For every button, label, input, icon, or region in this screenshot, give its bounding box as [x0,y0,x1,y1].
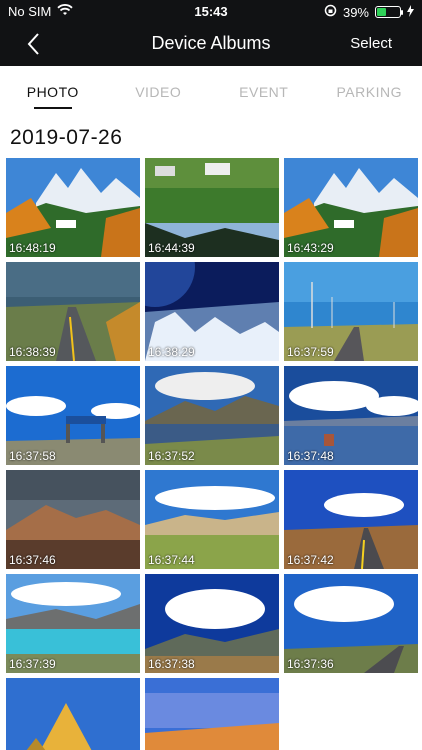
photo-timestamp: 16:37:46 [9,553,56,567]
media-tabs: PHOTO VIDEO EVENT PARKING [0,66,422,114]
tab-event[interactable]: EVENT [211,66,317,114]
photo-timestamp: 16:37:48 [287,449,334,463]
tab-photo[interactable]: PHOTO [0,66,106,114]
photo-timestamp: 16:44:39 [148,241,195,255]
tab-parking[interactable]: PARKING [317,66,422,114]
photo-timestamp: 16:37:58 [9,449,56,463]
photo-thumbnail[interactable]: 16:37:39 [6,574,140,673]
photo-thumbnail[interactable]: 16:37:44 [145,470,279,569]
navigation-bar: Device Albums Select [0,22,422,66]
photo-thumbnail[interactable]: 16:37:46 [6,470,140,569]
orientation-lock-icon [324,4,337,20]
tab-video[interactable]: VIDEO [106,66,212,114]
photo-timestamp: 16:37:39 [9,657,56,671]
photo-timestamp: 16:38:39 [9,345,56,359]
status-bar: No SIM 15:43 39% [0,0,422,22]
photo-timestamp: 16:37:44 [148,553,195,567]
photo-timestamp: 16:48:19 [9,241,56,255]
photo-timestamp: 16:37:59 [287,345,334,359]
photo-thumbnail[interactable] [145,678,279,750]
photo-thumbnail[interactable]: 16:37:36 [284,574,418,673]
battery-percent: 39% [342,4,369,20]
photo-thumbnail[interactable]: 16:37:42 [284,470,418,569]
select-button[interactable]: Select [350,35,392,52]
photo-thumbnail[interactable]: 16:43:29 [284,158,418,257]
photo-thumbnail[interactable]: 16:37:38 [145,574,279,673]
photo-thumbnail[interactable]: 16:38:39 [6,262,140,361]
charging-icon [407,4,414,20]
photo-thumbnail[interactable]: 16:37:52 [145,366,279,465]
photo-timestamp: 16:43:29 [287,241,334,255]
date-header: 2019-07-26 [10,126,123,149]
photo-thumbnail[interactable]: 16:38:29 [145,262,279,361]
top-bar: No SIM 15:43 39% Device Albums Select [0,0,422,66]
photo-timestamp: 16:37:38 [148,657,195,671]
photo-thumbnail[interactable]: 16:37:59 [284,262,418,361]
photo-timestamp: 16:38:29 [148,345,195,359]
photo-image [6,678,140,750]
photo-thumbnail[interactable]: 16:37:48 [284,366,418,465]
photo-thumbnail[interactable]: 16:37:58 [6,366,140,465]
photo-thumbnail[interactable]: 16:44:39 [145,158,279,257]
photo-timestamp: 16:37:52 [148,449,195,463]
photo-timestamp: 16:37:36 [287,657,334,671]
battery-icon [375,6,403,18]
photo-timestamp: 16:37:42 [287,553,334,567]
photo-thumbnail[interactable] [6,678,140,750]
photo-image [145,678,279,750]
photo-thumbnail[interactable]: 16:48:19 [6,158,140,257]
